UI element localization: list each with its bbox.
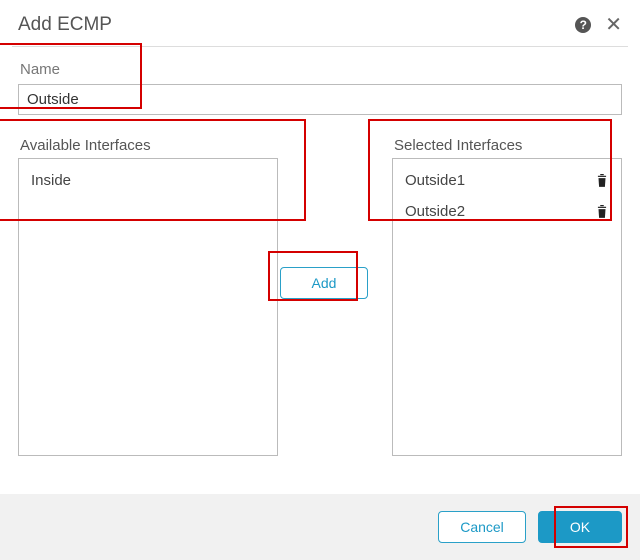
help-icon[interactable]: ? [575, 17, 591, 33]
name-input[interactable] [18, 84, 622, 115]
add-ecmp-dialog: Add ECMP ? ✕ Name Available Interfaces I… [0, 0, 640, 560]
selected-listbox[interactable]: Outside1 Outside2 [392, 158, 622, 456]
ok-button[interactable]: OK [538, 511, 622, 543]
available-item[interactable]: Inside [19, 165, 277, 196]
move-button-column: Add [278, 267, 370, 299]
interface-lists: Available Interfaces Inside Add Selected… [18, 137, 622, 456]
add-button[interactable]: Add [280, 267, 368, 299]
selected-item-label: Outside1 [405, 172, 465, 189]
cancel-button[interactable]: Cancel [438, 511, 526, 543]
dialog-footer: Cancel OK [0, 494, 640, 560]
available-label: Available Interfaces [20, 137, 278, 154]
selected-item[interactable]: Outside1 [393, 165, 621, 196]
selected-item-label: Outside2 [405, 203, 465, 220]
dialog-header: Add ECMP ? ✕ [0, 0, 640, 46]
available-listbox[interactable]: Inside [18, 158, 278, 456]
trash-icon[interactable] [595, 205, 609, 219]
name-label: Name [20, 61, 622, 78]
close-icon[interactable]: ✕ [605, 15, 622, 35]
dialog-title: Add ECMP [18, 14, 575, 36]
dialog-body: Name Available Interfaces Inside Add Sel… [0, 47, 640, 456]
selected-label: Selected Interfaces [394, 137, 622, 154]
selected-item[interactable]: Outside2 [393, 196, 621, 227]
trash-icon[interactable] [595, 174, 609, 188]
selected-column: Selected Interfaces Outside1 Outside2 [392, 137, 622, 456]
available-column: Available Interfaces Inside [18, 137, 278, 456]
